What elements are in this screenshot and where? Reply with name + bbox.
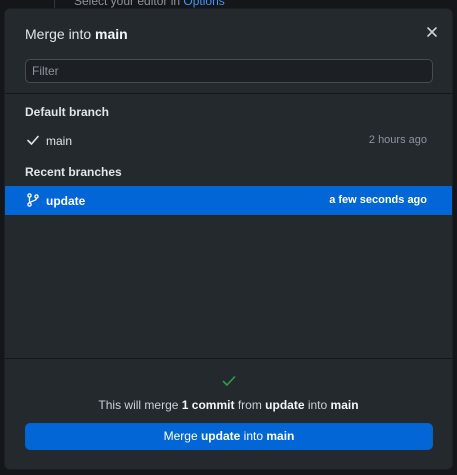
- dialog-title-branch: main: [95, 26, 128, 42]
- dialog-title: Merge into main: [25, 26, 128, 42]
- merge-dialog: Merge into main Default branch main 2 ho…: [4, 8, 453, 470]
- summary-target-branch: main: [330, 398, 359, 412]
- summary-source-branch: update: [265, 398, 305, 412]
- list-separator: [5, 93, 452, 94]
- branch-name: update: [46, 194, 86, 208]
- merge-button-source: update: [200, 429, 241, 443]
- merge-summary: This will merge 1 commit from update int…: [5, 398, 452, 412]
- backdrop-divider: [54, 0, 55, 8]
- editor-hint: Select your editor in Options: [74, 0, 225, 8]
- merge-footer: This will merge 1 commit from update int…: [5, 359, 452, 469]
- filter-container: [25, 59, 433, 83]
- summary-commit-count: 1 commit: [181, 398, 235, 412]
- branch-time: a few seconds ago: [329, 194, 427, 206]
- summary-from: from: [237, 398, 262, 412]
- branch-row-update[interactable]: update a few seconds ago: [5, 186, 452, 215]
- default-branch-heading: Default branch: [25, 105, 110, 119]
- options-link[interactable]: Options: [183, 0, 224, 8]
- merge-button-into: into: [243, 429, 264, 443]
- summary-prefix: This will merge: [98, 398, 179, 412]
- merge-button-prefix: Merge: [163, 429, 198, 443]
- dialog-header: Merge into main: [5, 9, 452, 59]
- branch-row-main[interactable]: main 2 hours ago: [5, 126, 452, 155]
- git-branch-icon: [27, 193, 39, 207]
- merge-button-target: main: [266, 429, 295, 443]
- close-icon: [427, 27, 437, 37]
- close-button[interactable]: [424, 24, 440, 40]
- check-icon: [222, 376, 236, 386]
- branch-name: main: [46, 134, 73, 148]
- merge-button[interactable]: Merge update into main: [25, 423, 433, 450]
- summary-into: into: [307, 398, 328, 412]
- filter-input[interactable]: [25, 59, 433, 83]
- editor-hint-prefix: Select your editor in: [74, 0, 181, 8]
- dialog-title-prefix: Merge into: [25, 26, 92, 42]
- branch-time: 2 hours ago: [368, 134, 427, 146]
- recent-branches-heading: Recent branches: [25, 165, 122, 179]
- check-icon: [27, 135, 39, 145]
